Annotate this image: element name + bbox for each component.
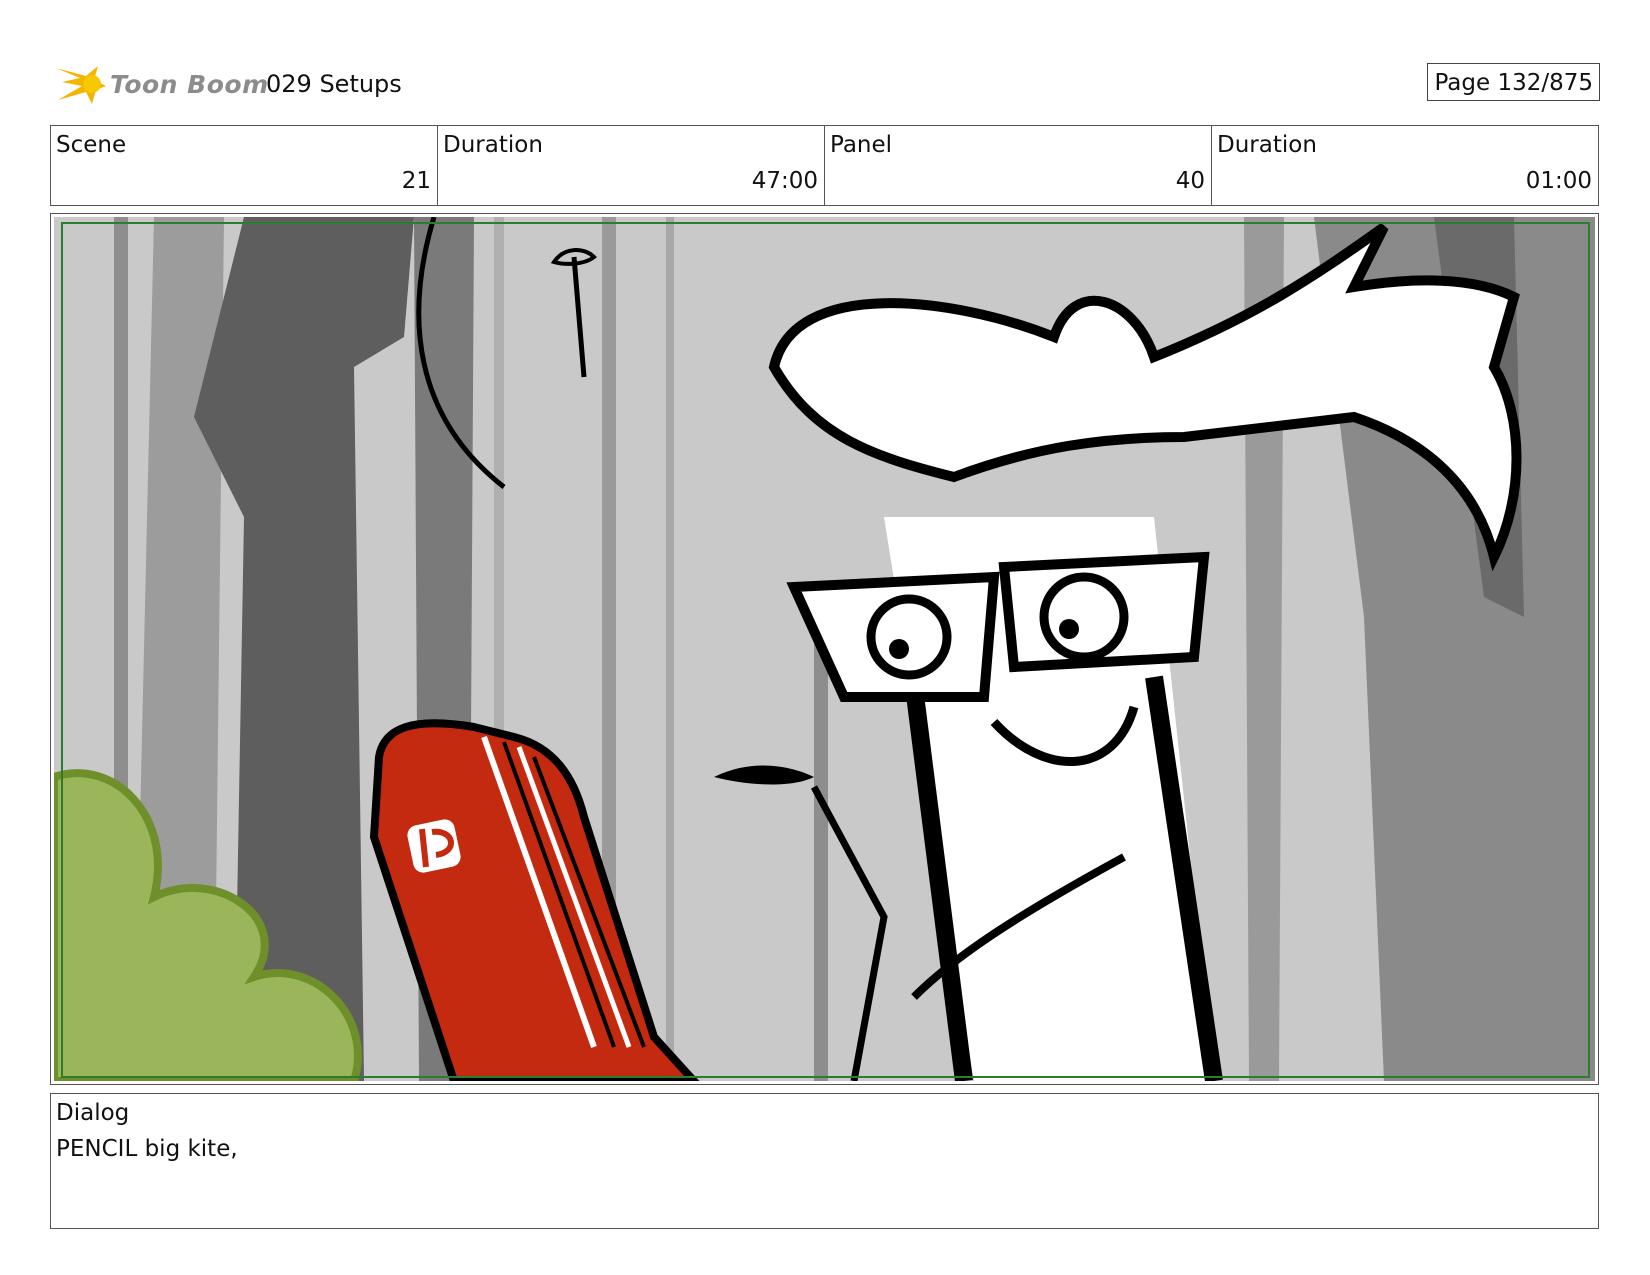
dialog-text: PENCIL big kite, <box>56 1136 238 1162</box>
panel-duration-value: 01:00 <box>1525 168 1592 194</box>
dialog-label: Dialog <box>56 1100 130 1126</box>
panel-duration-label: Duration <box>1217 132 1317 158</box>
scene-duration-label: Duration <box>443 132 543 158</box>
panel-artwork <box>54 217 1595 1081</box>
header: Toon Boom 029 Setups Page 132/875 <box>50 58 1600 108</box>
panel-value: 40 <box>1175 168 1205 194</box>
storyboard-panel <box>50 213 1599 1085</box>
panel-drawing <box>54 217 1595 1081</box>
scene-label: Scene <box>56 132 127 158</box>
scene-info-table: Scene 21 Duration 47:00 Panel 40 Duratio… <box>50 125 1599 206</box>
scene-duration-value: 47:00 <box>751 168 818 194</box>
scene-value: 21 <box>401 168 431 194</box>
document-title: 029 Setups <box>266 70 402 98</box>
toon-boom-logo: Toon Boom <box>52 60 302 110</box>
scene-cell: Scene 21 <box>51 126 438 205</box>
scene-duration-cell: Duration 47:00 <box>438 126 825 205</box>
page-indicator: Page 132/875 <box>1427 63 1600 101</box>
panel-cell: Panel 40 <box>825 126 1212 205</box>
dialog-box: Dialog PENCIL big kite, <box>50 1093 1599 1229</box>
logo-text: Toon Boom <box>110 70 269 99</box>
panel-duration-cell: Duration 01:00 <box>1212 126 1598 205</box>
panel-label: Panel <box>830 132 893 158</box>
toon-boom-star-icon <box>56 66 106 104</box>
